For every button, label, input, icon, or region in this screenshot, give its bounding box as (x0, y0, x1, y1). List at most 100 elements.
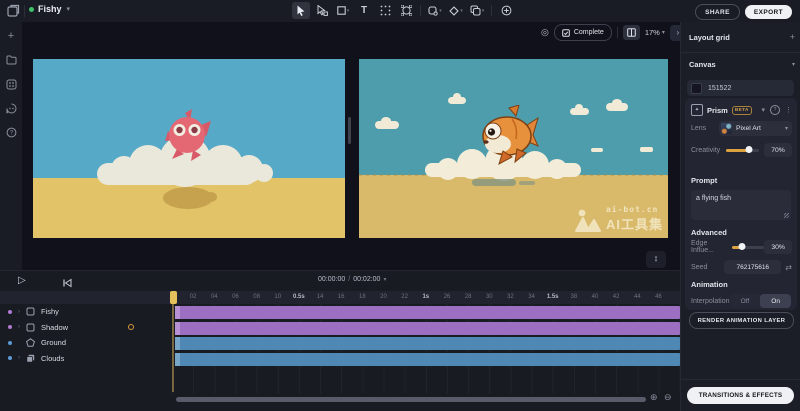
folder-icon[interactable] (0, 50, 22, 70)
chevron-down-icon[interactable]: ▾ (792, 61, 795, 68)
add-plugin-tool[interactable] (497, 2, 515, 19)
collapse-canvas-button[interactable]: ▾ ▾ (646, 251, 666, 268)
ruler-label: 16 (338, 294, 345, 300)
help-icon[interactable]: ? (770, 105, 780, 115)
share-button[interactable]: SHARE (695, 4, 740, 20)
ruler-label: 28 (465, 294, 472, 300)
seed-input[interactable]: 762175616 (724, 260, 781, 274)
complete-icon (562, 29, 570, 37)
creativity-slider[interactable] (726, 149, 759, 152)
ruler-label: 20 (380, 294, 387, 300)
next-panel-button[interactable]: › (670, 25, 680, 41)
layer-expand-chevron[interactable]: › (14, 324, 24, 330)
transitions-effects-button[interactable]: TRANSITIONS & EFFECTS (687, 387, 794, 404)
source-canvas-frame[interactable] (33, 59, 345, 238)
prism-title: Prism (707, 106, 728, 115)
play-button[interactable]: ▷ (18, 275, 26, 286)
shape-tool[interactable]: ▾ (334, 2, 352, 19)
timecode-dropdown[interactable]: 00:00:00 / 00:02:00 ▾ (318, 276, 386, 283)
app-logo-icon[interactable] (6, 4, 20, 18)
prism-card: ✦ Prism BETA ▾ ? ⋮ Lens Pixel Art ▾ Crea… (685, 98, 797, 310)
layer-row-ground[interactable]: Ground (0, 335, 172, 350)
kebab-menu-icon[interactable]: ⋮ (785, 106, 792, 114)
prompt-textarea[interactable]: a flying fish (691, 190, 791, 220)
node-select-tool[interactable] (313, 2, 331, 19)
onion-skin-icon[interactable]: ◎ (541, 25, 549, 41)
chevron-down-icon: ▾ (785, 125, 788, 132)
canvas-stage[interactable]: ai-bot.cn AI工具集 ◎ Complete 17% ▾ › (22, 22, 680, 270)
frame-tool[interactable]: ▾ (426, 2, 444, 19)
split-view-button[interactable] (623, 25, 640, 40)
comments-icon[interactable] (0, 98, 22, 118)
creativity-value[interactable]: 70% (764, 143, 792, 157)
edge-influence-slider[interactable] (732, 246, 765, 249)
boolean-tool[interactable]: ▾ (468, 2, 486, 19)
interpolation-on-option[interactable]: On (760, 294, 791, 308)
complete-button[interactable]: Complete (554, 24, 612, 41)
select-tool[interactable] (292, 2, 310, 19)
layer-name: Clouds (41, 354, 64, 363)
render-animation-layer-button[interactable]: RENDER ANIMATION LAYER (689, 312, 794, 329)
zoom-dropdown[interactable]: 17% ▾ (645, 28, 665, 37)
track-bar-shadow[interactable] (175, 322, 680, 335)
assets-icon[interactable] (0, 74, 22, 94)
text-tool[interactable]: T (355, 2, 373, 19)
seed-label: Seed (691, 264, 707, 271)
compare-splitter-handle[interactable] (348, 117, 351, 144)
transitions-section: TRANSITIONS & EFFECTS (681, 379, 800, 411)
add-icon[interactable]: + (0, 26, 22, 46)
canvas-color-input[interactable]: 151522 (687, 80, 794, 96)
render-canvas-frame[interactable]: ai-bot.cn AI工具集 (359, 59, 668, 238)
help-icon[interactable]: ? (0, 122, 22, 142)
timeline-zoom-out-icon[interactable]: ⊖ (664, 392, 672, 403)
prompt-label: Prompt (691, 176, 717, 185)
effects-tool[interactable]: ▾ (447, 2, 465, 19)
header-divider (24, 5, 25, 17)
ruler-label: 26 (444, 294, 451, 300)
layer-row-clouds[interactable]: › Clouds (0, 351, 172, 366)
chevron-down-icon: ▾ (655, 260, 658, 263)
project-menu[interactable]: Fishy ▾ (29, 4, 70, 14)
playhead-handle[interactable] (170, 291, 177, 304)
keyframe-indicator[interactable] (128, 324, 134, 330)
rotate-tool[interactable] (397, 2, 415, 19)
prism-icon: ✦ (691, 104, 703, 116)
track-bar-ground[interactable] (175, 337, 680, 350)
lens-value: Pixel Art (736, 125, 781, 132)
advanced-label: Advanced (691, 228, 727, 237)
animation-label: Animation (691, 280, 728, 289)
layer-expand-chevron[interactable]: › (14, 355, 24, 361)
export-button[interactable]: EXPORT (745, 5, 792, 19)
interpolation-toggle[interactable]: Off On (730, 294, 791, 308)
watermark-line2: AI工具集 (606, 214, 663, 233)
layer-row-fishy[interactable]: ›Fishy (0, 304, 172, 319)
color-swatch[interactable] (691, 83, 702, 94)
layer-type-icon (26, 354, 35, 363)
lens-dropdown[interactable]: Pixel Art ▾ (719, 121, 792, 136)
beta-badge: BETA (732, 106, 752, 115)
timeline-ruler[interactable]: 02040608100.5s14161820221s26283032341.5s… (0, 291, 680, 304)
chevron-down-icon: ▾ (383, 276, 386, 283)
resize-grip-icon[interactable] (784, 213, 789, 218)
complete-label: Complete (574, 29, 604, 36)
add-layout-grid-icon[interactable]: + (790, 32, 795, 42)
layer-expand-chevron[interactable]: › (14, 309, 24, 315)
timeline-scrollbar[interactable] (176, 397, 646, 402)
layer-color-dot (8, 356, 12, 360)
lens-label: Lens (691, 125, 706, 132)
panel-divider (681, 52, 800, 53)
chevron-down-icon[interactable]: ▾ (761, 106, 765, 114)
ruler-label: 08 (253, 294, 260, 300)
interpolation-off-option[interactable]: Off (730, 294, 761, 308)
shuffle-seed-icon[interactable]: ⇄ (785, 263, 792, 272)
track-area[interactable] (172, 304, 680, 394)
layer-name: Shadow (41, 323, 68, 332)
track-bar-clouds[interactable] (175, 353, 680, 366)
track-bar-fishy[interactable] (175, 306, 680, 319)
layer-row-shadow[interactable]: › Shadow (0, 320, 172, 335)
edge-influence-value[interactable]: 30% (764, 240, 792, 254)
pixel-select-tool[interactable] (376, 2, 394, 19)
prism-header[interactable]: ✦ Prism BETA ▾ ? ⋮ (691, 104, 792, 116)
timeline-zoom-in-icon[interactable]: ⊕ (650, 392, 658, 403)
playhead-line (172, 304, 174, 392)
